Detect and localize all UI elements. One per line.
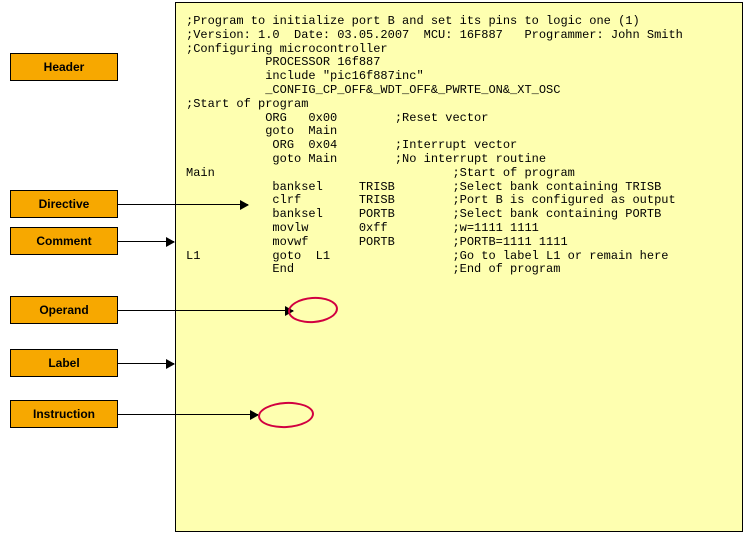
code-line: ORG 0x04 ;Interrupt vector xyxy=(186,139,736,153)
arrow-operand xyxy=(118,310,293,311)
tag-operand: Operand xyxy=(10,296,118,324)
code-line: PROCESSOR 16f887 xyxy=(186,56,736,70)
arrow-label xyxy=(118,363,174,364)
code-line: ORG 0x00 ;Reset vector xyxy=(186,112,736,126)
code-line: ;Program to initialize port B and set it… xyxy=(186,15,736,29)
code-line: goto Main xyxy=(186,125,736,139)
code-line: clrf TRISB ;Port B is configured as outp… xyxy=(186,194,736,208)
assembly-listing: ;Program to initialize port B and set it… xyxy=(175,2,743,532)
code-line: ;Version: 1.0 Date: 03.05.2007 MCU: 16F8… xyxy=(186,29,736,43)
code-line: ;Configuring microcontroller xyxy=(186,43,736,57)
code-line: L1 goto L1 ;Go to label L1 or remain her… xyxy=(186,250,736,264)
code-line: End ;End of program xyxy=(186,263,736,277)
tag-instruction: Instruction xyxy=(10,400,118,428)
code-line: include "pic16f887inc" xyxy=(186,70,736,84)
tag-comment: Comment xyxy=(10,227,118,255)
code-line: movlw 0xff ;w=1111 1111 xyxy=(186,222,736,236)
code-line: movwf PORTB ;PORTB=1111 1111 xyxy=(186,236,736,250)
code-line: goto Main ;No interrupt routine xyxy=(186,153,736,167)
tag-header: Header xyxy=(10,53,118,81)
code-line: ;Start of program xyxy=(186,98,736,112)
tag-directive: Directive xyxy=(10,190,118,218)
tag-label: Label xyxy=(10,349,118,377)
code-line: banksel PORTB ;Select bank containing PO… xyxy=(186,208,736,222)
arrow-directive xyxy=(118,204,248,205)
arrow-comment xyxy=(118,241,174,242)
arrow-instruction xyxy=(118,414,258,415)
code-line: banksel TRISB ;Select bank containing TR… xyxy=(186,181,736,195)
code-line: _CONFIG_CP_OFF&_WDT_OFF&_PWRTE_ON&_XT_OS… xyxy=(186,84,736,98)
code-line: Main ;Start of program xyxy=(186,167,736,181)
